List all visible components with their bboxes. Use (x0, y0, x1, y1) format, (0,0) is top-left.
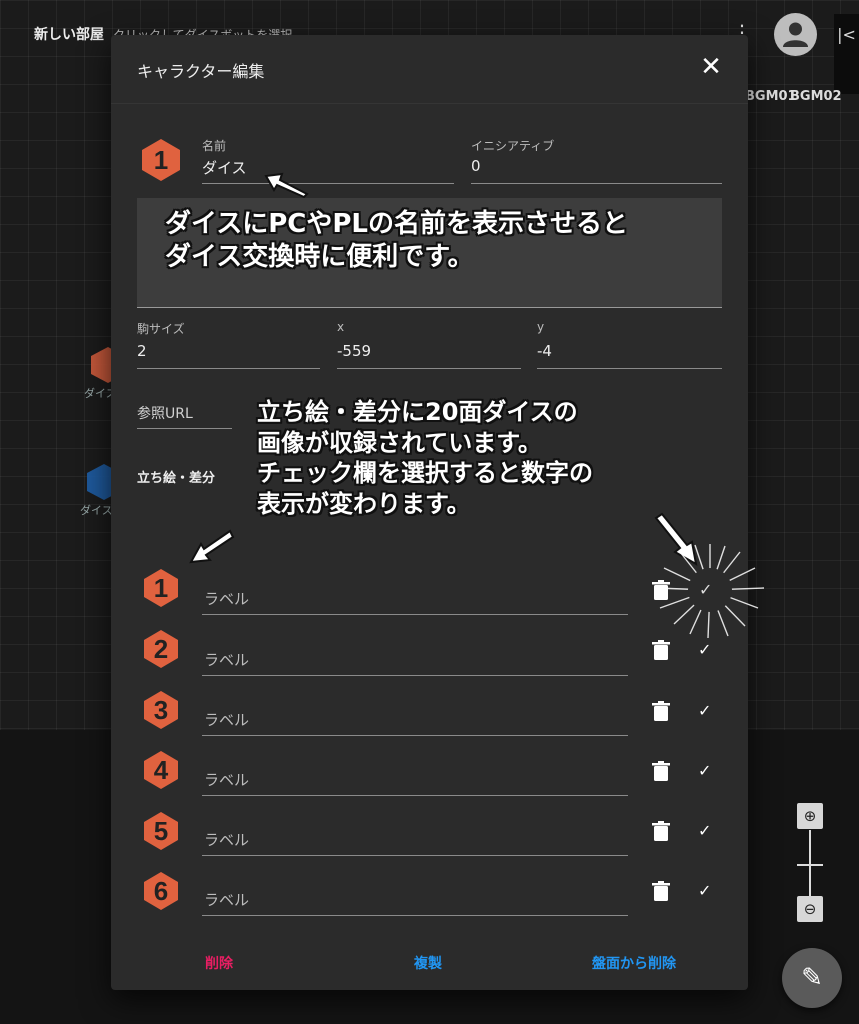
callout-line: チェック欄を選択すると数字の (257, 459, 593, 488)
arrow-icon (264, 172, 309, 198)
collapse-panel-button[interactable]: |< (834, 14, 859, 94)
portrait-label-field[interactable]: ラベル (204, 588, 249, 609)
portrait-label-underline (202, 735, 628, 736)
callout-line: 画像が収録されています。 (257, 428, 542, 457)
piece-label: ダイス (80, 504, 113, 517)
check-icon[interactable]: ✓ (698, 640, 718, 659)
y-field-underline (537, 368, 722, 369)
portrait-number: 2 (153, 634, 169, 664)
portrait-dice-3[interactable]: 3 (141, 690, 181, 730)
portrait-label-field[interactable]: ラベル (204, 709, 249, 730)
delete-button[interactable]: 削除 (205, 953, 233, 973)
bgm-tab-1[interactable]: BGM01 (745, 89, 797, 104)
callout-line: ダイスにPCやPLの名前を表示させると (165, 209, 628, 239)
x-field-underline (337, 368, 521, 369)
portrait-label-underline (202, 795, 628, 796)
initiative-field-underline (471, 183, 722, 184)
portrait-number: 5 (153, 816, 169, 846)
portrait-number: 3 (153, 695, 169, 725)
arrow-icon (189, 529, 235, 564)
dialog-header: キャラクター編集 ✕ (111, 35, 748, 104)
reference-url-field[interactable]: 参照URL (137, 403, 193, 423)
trash-icon[interactable] (652, 881, 670, 901)
check-icon[interactable]: ✓ (698, 701, 718, 720)
size-field-underline (137, 368, 320, 369)
initiative-label: イニシアティブ (471, 139, 555, 153)
trash-icon[interactable] (652, 701, 670, 721)
close-icon[interactable]: ✕ (697, 53, 725, 81)
name-field-underline (202, 183, 454, 184)
bgm-tab-2[interactable]: BGM02 (790, 89, 842, 104)
memo-callout: ダイスにPCやPLの名前を表示させると ダイス交換時に便利です。 (165, 208, 628, 275)
callout-line: 表示が変わります。 (257, 490, 471, 519)
name-label: 名前 (202, 139, 227, 153)
size-field[interactable]: 2 (137, 342, 147, 360)
portrait-label-underline (202, 614, 628, 615)
portrait-number: 4 (153, 755, 169, 785)
size-label: 駒サイズ (137, 322, 185, 336)
zoom-in-icon[interactable]: ⊕ (797, 803, 823, 829)
check-icon[interactable]: ✓ (698, 821, 718, 840)
dialog-title: キャラクター編集 (137, 62, 265, 81)
trash-icon[interactable] (652, 761, 670, 781)
portrait-label-field[interactable]: ラベル (204, 649, 249, 670)
callout-line: 立ち絵・差分に20面ダイスの (257, 398, 578, 426)
portrait-dice-6[interactable]: 6 (141, 871, 181, 911)
callout-line: ダイス交換時に便利です。 (165, 242, 474, 273)
portrait-label-field[interactable]: ラベル (204, 769, 249, 790)
portrait-dice-1[interactable]: 1 (141, 568, 181, 608)
face-number: 1 (153, 145, 169, 175)
check-icon[interactable]: ✓ (699, 580, 712, 599)
character-face-dice[interactable]: 1 (139, 138, 183, 182)
y-label: y (537, 320, 545, 334)
portrait-label-underline (202, 855, 628, 856)
initiative-field[interactable]: 0 (471, 157, 481, 175)
person-icon[interactable] (774, 13, 817, 56)
portrait-label-underline (202, 675, 628, 676)
portrait-label-field[interactable]: ラベル (204, 829, 249, 850)
remove-from-board-button[interactable]: 盤面から削除 (592, 953, 676, 973)
portrait-callout: 立ち絵・差分に20面ダイスの 画像が収録されています。 チェック欄を選択すると数… (257, 397, 593, 520)
portrait-label-field[interactable]: ラベル (204, 889, 249, 910)
pencil-icon: ✎ (801, 963, 823, 993)
portrait-dice-5[interactable]: 5 (141, 811, 181, 851)
x-field[interactable]: -559 (337, 342, 371, 360)
edit-fab-button[interactable]: ✎ (782, 948, 842, 1008)
url-field-underline (137, 428, 232, 429)
trash-icon[interactable] (652, 640, 670, 660)
check-icon[interactable]: ✓ (698, 761, 718, 780)
room-title[interactable]: 新しい部屋 (34, 24, 104, 44)
trash-icon[interactable] (652, 821, 670, 841)
portrait-number: 1 (153, 573, 169, 603)
name-field[interactable]: ダイス (202, 157, 247, 178)
portrait-number: 6 (153, 876, 169, 906)
portrait-dice-4[interactable]: 4 (141, 750, 181, 790)
zoom-slider-thumb[interactable] (797, 864, 823, 866)
portrait-dice-2[interactable]: 2 (141, 629, 181, 669)
portrait-label-underline (202, 915, 628, 916)
y-field[interactable]: -4 (537, 342, 552, 360)
x-label: x (337, 320, 345, 334)
collapse-icon: |< (837, 25, 856, 44)
duplicate-button[interactable]: 複製 (414, 953, 442, 973)
portrait-heading: 立ち絵・差分 (137, 471, 216, 486)
zoom-out-icon[interactable]: ⊖ (797, 896, 823, 922)
check-icon[interactable]: ✓ (698, 881, 718, 900)
